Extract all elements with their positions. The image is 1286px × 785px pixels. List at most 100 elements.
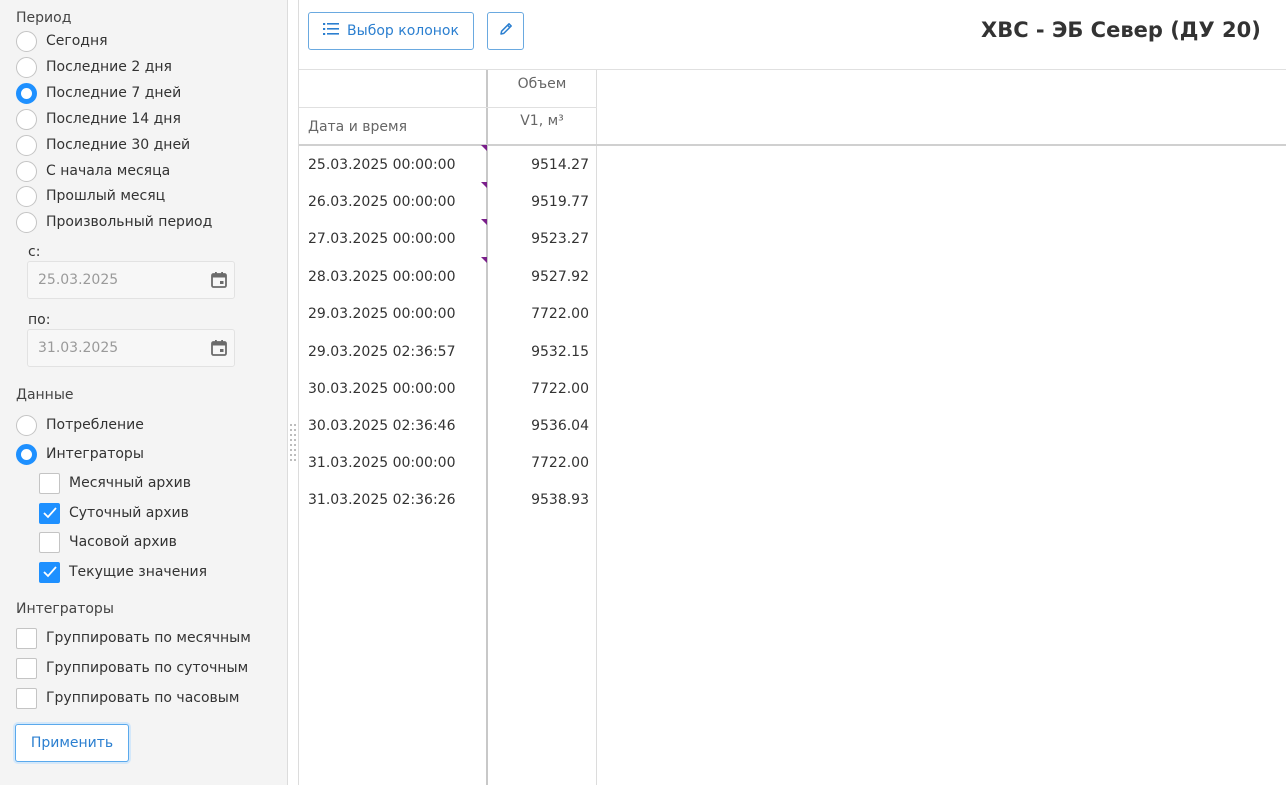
- period-option-label: Произвольный период: [46, 214, 213, 230]
- radio-button[interactable]: [16, 211, 37, 233]
- cell-datetime: 28.03.2025 00:00:00: [308, 269, 456, 285]
- archive-option-label: Месячный архив: [69, 475, 191, 491]
- toolbar: Выбор колонок ХВС - ЭБ Север (ДУ 20): [299, 0, 1286, 70]
- period-option-14-days[interactable]: Последние 14 дня: [16, 108, 181, 130]
- table-row[interactable]: 31.03.2025 02:36:26 9538.93: [299, 482, 597, 519]
- period-option-today[interactable]: Сегодня: [16, 30, 108, 52]
- checkbox[interactable]: [39, 472, 60, 494]
- edit-button[interactable]: [487, 12, 524, 50]
- cell-datetime: 30.03.2025 02:36:46: [308, 418, 456, 434]
- cell-v1: 9519.77: [531, 194, 589, 210]
- calendar-icon[interactable]: [204, 339, 234, 357]
- period-option-30-days[interactable]: Последние 30 дней: [16, 134, 190, 156]
- checkbox[interactable]: [16, 627, 37, 649]
- table-row[interactable]: 29.03.2025 00:00:00 7722.00: [299, 296, 597, 333]
- period-option-month-start[interactable]: С начала месяца: [16, 160, 170, 182]
- archive-option-daily[interactable]: Суточный архив: [39, 502, 189, 524]
- group-option-label: Группировать по часовым: [46, 690, 240, 706]
- column-chooser-label: Выбор колонок: [347, 23, 459, 39]
- cell-v1: 9527.92: [531, 269, 589, 285]
- column-header-datetime[interactable]: Дата и время: [308, 119, 407, 135]
- list-icon: [323, 23, 340, 39]
- cell-v1: 9523.27: [531, 231, 589, 247]
- checkbox[interactable]: [39, 502, 60, 524]
- archive-option-label: Суточный архив: [69, 505, 189, 521]
- radio-button[interactable]: [16, 414, 37, 436]
- period-option-last-month[interactable]: Прошлый месяц: [16, 185, 165, 207]
- period-option-label: Последние 14 дня: [46, 111, 181, 127]
- data-option-consumption[interactable]: Потребление: [16, 414, 144, 436]
- period-option-custom[interactable]: Произвольный период: [16, 211, 212, 233]
- period-option-2-days[interactable]: Последние 2 дня: [16, 56, 172, 78]
- table-row[interactable]: 30.03.2025 02:36:46 9536.04: [299, 408, 597, 445]
- modified-marker: [481, 219, 487, 225]
- cell-v1: 9532.15: [531, 344, 589, 360]
- cell-datetime: 26.03.2025 00:00:00: [308, 194, 456, 210]
- to-date-input[interactable]: 31.03.2025: [27, 329, 235, 367]
- cell-datetime: 29.03.2025 02:36:57: [308, 344, 456, 360]
- group-option-label: Группировать по суточным: [46, 660, 249, 676]
- column-header-v1[interactable]: V1, м³: [488, 113, 596, 129]
- panel-resize-handle[interactable]: [290, 424, 296, 462]
- calendar-icon[interactable]: [204, 271, 234, 289]
- table-row[interactable]: 25.03.2025 00:00:00 9514.27: [299, 145, 597, 184]
- group-option-hourly[interactable]: Группировать по часовым: [16, 687, 239, 709]
- radio-button[interactable]: [16, 82, 37, 104]
- cell-datetime: 31.03.2025 00:00:00: [308, 455, 456, 471]
- to-date-value: 31.03.2025: [38, 340, 119, 356]
- table-row[interactable]: 31.03.2025 00:00:00 7722.00: [299, 445, 597, 482]
- apply-button[interactable]: Применить: [15, 724, 129, 762]
- period-option-label: Последние 7 дней: [46, 85, 182, 101]
- group-option-monthly[interactable]: Группировать по месячным: [16, 627, 251, 649]
- radio-button[interactable]: [16, 30, 37, 52]
- column-group-header: Объем: [517, 76, 567, 92]
- cell-datetime: 25.03.2025 00:00:00: [308, 157, 456, 173]
- column-chooser-button[interactable]: Выбор колонок: [308, 12, 474, 50]
- checkbox[interactable]: [39, 561, 60, 583]
- group-option-label: Группировать по месячным: [46, 630, 251, 646]
- radio-button[interactable]: [16, 160, 37, 182]
- cell-datetime: 30.03.2025 00:00:00: [308, 381, 456, 397]
- archive-option-label: Часовой архив: [69, 534, 177, 550]
- table-row[interactable]: 26.03.2025 00:00:00 9519.77: [299, 182, 597, 221]
- group-option-daily[interactable]: Группировать по суточным: [16, 657, 248, 679]
- period-option-label: Последние 30 дней: [46, 137, 191, 153]
- archive-option-label: Текущие значения: [69, 564, 207, 580]
- modified-marker: [481, 257, 487, 263]
- to-label: по:: [28, 312, 51, 328]
- data-option-label: Интеграторы: [46, 446, 144, 462]
- checkbox[interactable]: [39, 531, 60, 553]
- period-option-label: Сегодня: [46, 33, 108, 49]
- pencil-icon: [498, 21, 514, 41]
- table-row[interactable]: 30.03.2025 00:00:00 7722.00: [299, 371, 597, 408]
- checkbox[interactable]: [16, 687, 37, 709]
- period-title: Период: [16, 10, 72, 26]
- page-title: ХВС - ЭБ Север (ДУ 20): [981, 18, 1261, 42]
- data-option-label: Потребление: [46, 417, 144, 433]
- radio-button[interactable]: [16, 185, 37, 207]
- header-separator: [299, 107, 597, 108]
- from-date-input[interactable]: 25.03.2025: [27, 261, 235, 299]
- table-row[interactable]: 28.03.2025 00:00:00 9527.92: [299, 257, 597, 296]
- radio-button[interactable]: [16, 134, 37, 156]
- radio-button[interactable]: [16, 443, 37, 465]
- table-row[interactable]: 29.03.2025 02:36:57 9532.15: [299, 334, 597, 371]
- from-date-value: 25.03.2025: [38, 272, 119, 288]
- period-option-label: Последние 2 дня: [46, 59, 172, 75]
- radio-button[interactable]: [16, 56, 37, 78]
- main-panel: Выбор колонок ХВС - ЭБ Север (ДУ 20) Объ…: [298, 0, 1286, 785]
- modified-marker: [481, 145, 487, 151]
- cell-datetime: 31.03.2025 02:36:26: [308, 492, 456, 508]
- cell-datetime: 27.03.2025 00:00:00: [308, 231, 456, 247]
- from-label: с:: [28, 244, 41, 260]
- checkbox[interactable]: [16, 657, 37, 679]
- archive-option-hourly[interactable]: Часовой архив: [39, 531, 177, 553]
- data-option-integrators[interactable]: Интеграторы: [16, 443, 144, 465]
- archive-option-monthly[interactable]: Месячный архив: [39, 472, 191, 494]
- cell-v1: 7722.00: [531, 381, 589, 397]
- table-row[interactable]: 27.03.2025 00:00:00 9523.27: [299, 219, 597, 258]
- period-option-7-days[interactable]: Последние 7 дней: [16, 82, 181, 104]
- radio-button[interactable]: [16, 108, 37, 130]
- archive-option-current[interactable]: Текущие значения: [39, 561, 207, 583]
- cell-v1: 7722.00: [531, 306, 589, 322]
